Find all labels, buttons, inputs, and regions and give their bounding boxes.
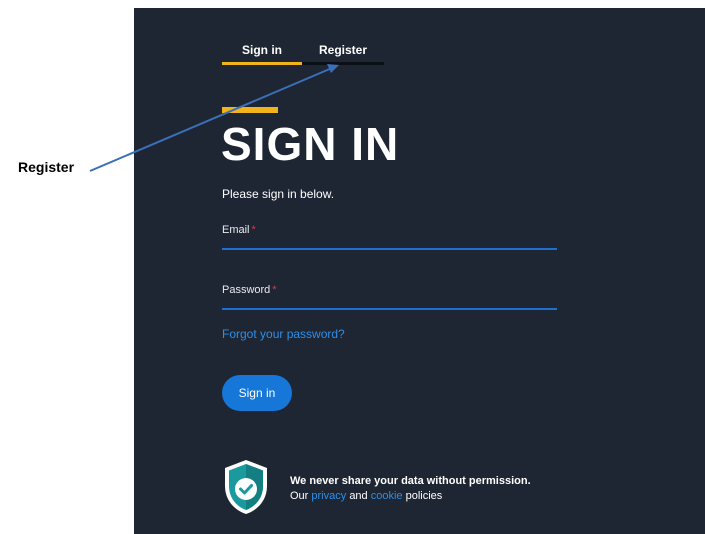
forgot-password-link[interactable]: Forgot your password? [222, 327, 345, 341]
privacy-policies-line: Our privacy and cookie policies [290, 490, 442, 502]
page-subtitle: Please sign in below. [222, 187, 335, 201]
sign-in-panel: Sign in Register SIGN IN Please sign in … [134, 8, 705, 534]
password-field: Password * [222, 282, 557, 310]
auth-tabs: Sign in Register [222, 38, 384, 66]
password-input[interactable] [222, 282, 557, 308]
page-title: SIGN IN [221, 118, 400, 170]
privacy-link[interactable]: privacy [311, 490, 346, 502]
shield-check-icon [225, 460, 267, 514]
sign-in-button[interactable]: Sign in [222, 375, 292, 411]
privacy-and: and [349, 490, 368, 502]
page: Register Sign in Register SIGN IN Please… [0, 0, 705, 534]
tab-register[interactable]: Register [302, 38, 384, 65]
heading-accent-bar [222, 107, 278, 113]
email-field: Email * [222, 222, 557, 250]
annotation-label: Register [18, 159, 75, 175]
tab-sign-in[interactable]: Sign in [222, 38, 302, 65]
cookie-link[interactable]: cookie [371, 490, 403, 502]
privacy-suffix: policies [405, 490, 443, 502]
privacy-statement: We never share your data without permiss… [290, 475, 531, 487]
email-input[interactable] [222, 222, 557, 248]
privacy-prefix: Our [290, 490, 309, 502]
